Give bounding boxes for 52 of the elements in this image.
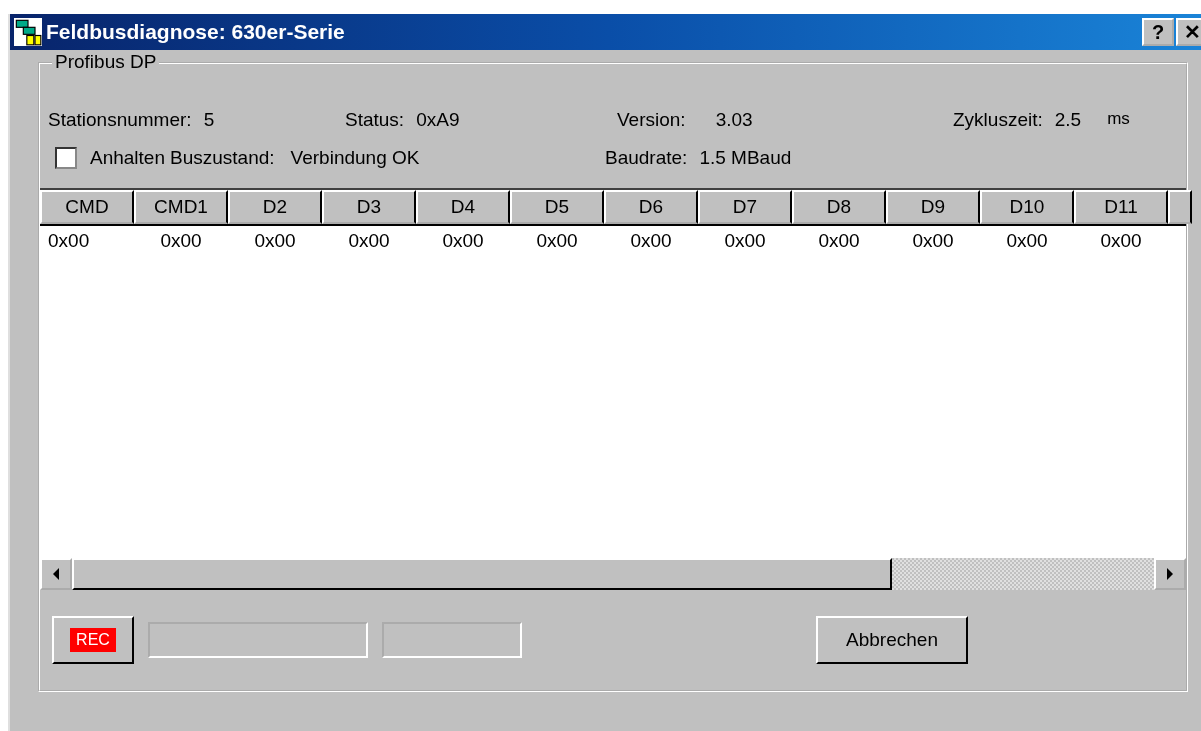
table-cell-text: 0x00: [159, 230, 203, 252]
table-cell-text: 0x00: [723, 230, 767, 252]
column-header[interactable]: CMD1: [134, 190, 228, 224]
app-icon: [14, 18, 42, 46]
column-header[interactable]: D10: [980, 190, 1074, 224]
info-label: Buszustand:: [170, 147, 275, 169]
info-label: Zykluszeit:: [953, 109, 1043, 131]
window-title: Feldbusdiagnose: 630er-Serie: [46, 20, 346, 44]
column-header[interactable]: D2: [228, 190, 322, 224]
info-label: Baudrate:: [605, 147, 688, 169]
info-unit: ms: [1107, 109, 1130, 130]
info-value: 1.5 MBaud: [699, 147, 792, 169]
info-label: Status:: [345, 109, 405, 131]
info-value: 2.5: [1054, 109, 1082, 131]
info-value: 3.03: [715, 109, 753, 131]
left-arrow-icon: [52, 568, 60, 580]
column-header[interactable]: CMD: [40, 190, 134, 224]
right-arrow-icon: [1166, 568, 1174, 580]
info-label: Stationsnummer:: [48, 109, 192, 131]
table-cell-text: 0x00: [347, 230, 391, 252]
table-cell-text: 0x00: [535, 230, 579, 252]
table-cell-text: 0x00: [253, 230, 297, 252]
column-header[interactable]: [1168, 190, 1192, 224]
info-value: Verbindung OK: [290, 147, 420, 169]
info-value: 5: [203, 109, 215, 131]
column-header[interactable]: D8: [792, 190, 886, 224]
checkbox-label[interactable]: Anhalten: [90, 147, 165, 169]
column-header[interactable]: D4: [416, 190, 510, 224]
table-cell-text: 0x00: [1099, 230, 1143, 252]
table-cell-text: 0x00: [817, 230, 861, 252]
column-header[interactable]: D9: [886, 190, 980, 224]
close-button[interactable]: ✕: [1176, 18, 1201, 46]
horizontal-scrollbar[interactable]: [40, 558, 1186, 590]
checkbox[interactable]: [55, 147, 77, 169]
record-button[interactable]: REC: [52, 616, 134, 664]
cancel-button[interactable]: Abbrechen: [816, 616, 968, 664]
table-cell-text: 0x00: [911, 230, 955, 252]
scroll-right-button[interactable]: [1154, 558, 1186, 590]
column-header[interactable]: D6: [604, 190, 698, 224]
column-header[interactable]: D7: [698, 190, 792, 224]
table-cell-text: 0x00: [629, 230, 673, 252]
column-header[interactable]: D11: [1074, 190, 1168, 224]
help-button[interactable]: ?: [1142, 18, 1174, 46]
scroll-thumb[interactable]: [72, 558, 892, 590]
table-cell-text: 0x00: [441, 230, 485, 252]
info-label: Version:: [617, 109, 686, 131]
info-value: 0xA9: [416, 109, 460, 131]
scroll-left-button[interactable]: [40, 558, 72, 590]
column-header[interactable]: D3: [322, 190, 416, 224]
table-cell-text: 0x00: [47, 230, 91, 252]
column-header[interactable]: D5: [510, 190, 604, 224]
table-cell-text: 0x00: [1005, 230, 1049, 252]
